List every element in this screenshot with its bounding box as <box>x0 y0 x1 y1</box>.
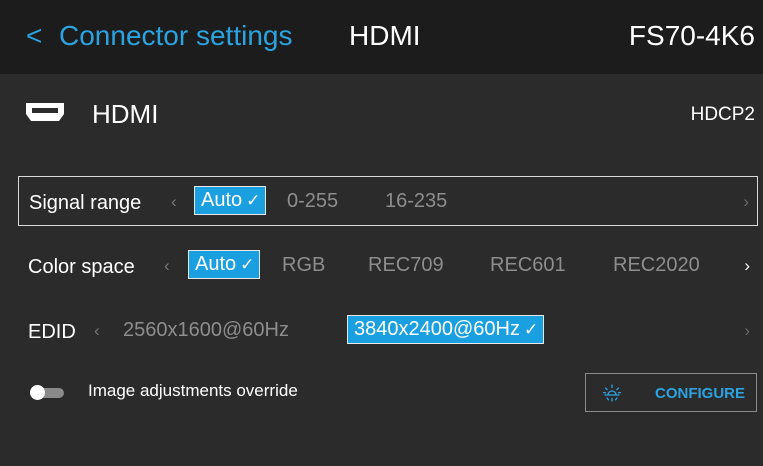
chevron-left-icon[interactable]: ‹ <box>94 321 100 341</box>
page-subtitle: HDMI <box>349 20 421 51</box>
chevron-left-icon[interactable]: ‹ <box>171 192 177 212</box>
chevron-right-icon[interactable]: › <box>744 321 750 341</box>
setting-row-signal-range[interactable]: Signal range ‹ Auto ✓ 0-255 16-235 › <box>18 176 758 226</box>
option-0-255[interactable]: 0-255 <box>287 190 338 213</box>
option-3840x2400[interactable]: 3840x2400@60Hz ✓ <box>347 315 545 344</box>
connector-name: HDMI <box>92 99 159 129</box>
check-icon: ✓ <box>246 191 261 210</box>
option-rec601[interactable]: REC601 <box>490 254 566 277</box>
brightness-icon <box>602 384 622 402</box>
setting-label: Color space <box>28 256 135 278</box>
chevron-left-icon[interactable]: < <box>26 20 42 52</box>
option-label: Auto <box>201 189 243 211</box>
hdcp-badge: HDCP2 <box>690 104 755 125</box>
chevron-right-icon[interactable]: › <box>744 256 750 276</box>
configure-button[interactable]: CONFIGURE <box>585 373 757 412</box>
setting-row-color-space[interactable]: Color space ‹ Auto ✓ RGB REC709 REC601 RE… <box>18 241 758 291</box>
option-auto[interactable]: Auto ✓ <box>194 186 267 215</box>
device-name: FS70-4K6 <box>628 20 755 51</box>
check-icon: ✓ <box>523 320 539 339</box>
option-auto[interactable]: Auto ✓ <box>188 250 261 279</box>
option-rec709[interactable]: REC709 <box>368 254 444 277</box>
hdmi-port-icon <box>26 103 64 121</box>
option-rec2020[interactable]: REC2020 <box>613 254 700 277</box>
option-16-235[interactable]: 16-235 <box>385 190 447 213</box>
override-label: Image adjustments override <box>88 381 298 400</box>
page-title[interactable]: Connector settings <box>59 20 292 52</box>
setting-label: EDID <box>28 321 76 343</box>
option-2560x1600[interactable]: 2560x1600@60Hz <box>123 319 289 342</box>
header-bar: < Connector settings HDMI FS70-4K6 <box>0 0 763 74</box>
option-label: Auto <box>195 253 237 275</box>
chevron-left-icon[interactable]: ‹ <box>164 256 170 276</box>
configure-label: CONFIGURE <box>655 385 745 402</box>
override-toggle[interactable] <box>30 385 66 400</box>
toggle-knob <box>30 385 45 400</box>
option-rgb[interactable]: RGB <box>282 254 325 277</box>
setting-label: Signal range <box>29 192 142 214</box>
option-label: 3840x2400@60Hz <box>354 318 520 340</box>
chevron-right-icon[interactable]: › <box>743 192 749 212</box>
check-icon: ✓ <box>240 255 255 274</box>
setting-row-edid[interactable]: EDID ‹ 2560x1600@60Hz 3840x2400@60Hz ✓ › <box>18 306 758 356</box>
